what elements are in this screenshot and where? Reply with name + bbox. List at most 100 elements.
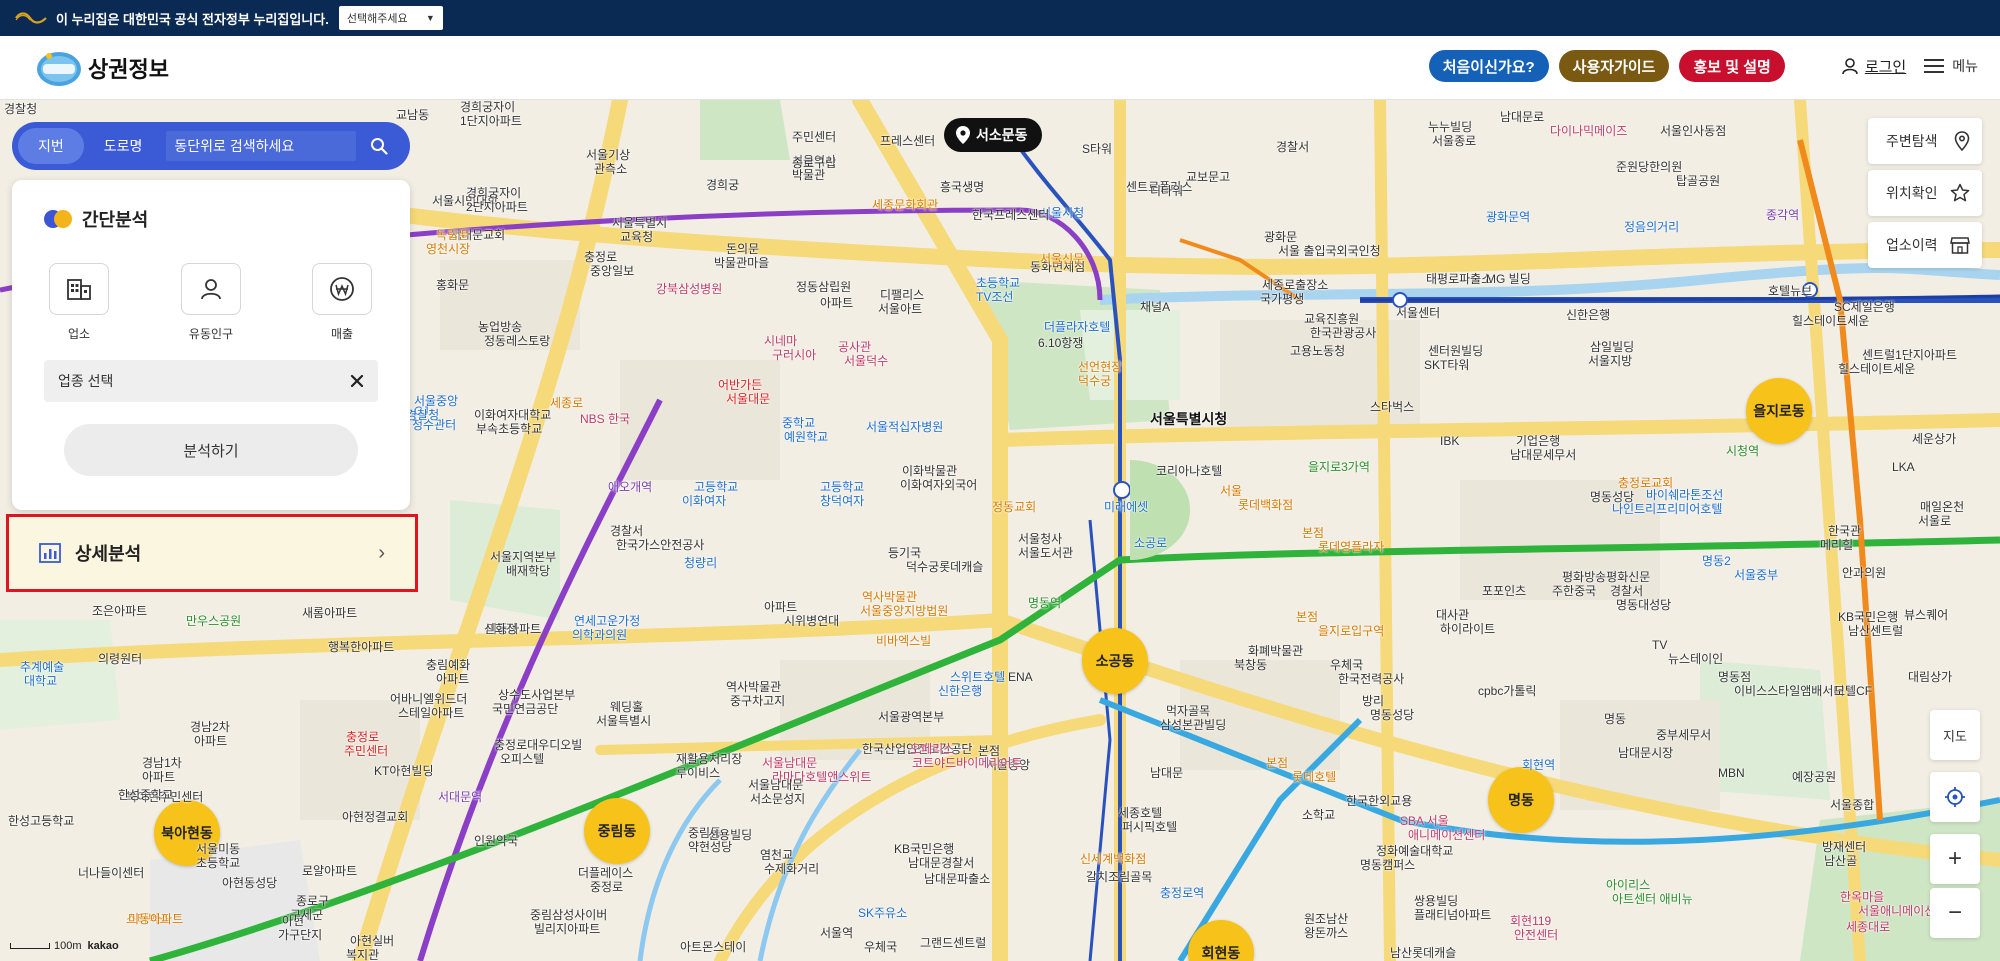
map-label: 남대문시장 xyxy=(1618,746,1674,760)
map-label: 경찰서 xyxy=(1276,140,1310,154)
map-label: 회현역 xyxy=(1522,758,1556,772)
map-label: 서울특별시 xyxy=(612,216,668,230)
map-label: 메리힐 xyxy=(1820,538,1854,552)
map-label: 원조남산 xyxy=(1304,912,1349,926)
map-label: 약현성당 xyxy=(688,840,733,854)
map-label: 미동아파트 xyxy=(128,912,184,926)
map-label: 중앙일보 xyxy=(590,264,635,278)
map-label: 정화예술대학교 xyxy=(1376,844,1454,858)
map-label: 정동삼립원 xyxy=(796,280,852,294)
map-label: NBS 한국 xyxy=(580,412,631,426)
map-label: 예원학교 xyxy=(784,430,829,444)
map-label: 매일온천 xyxy=(1920,500,1965,514)
map-label: 방리 xyxy=(1362,694,1385,708)
search-input[interactable]: 동단위로 검색하세요 xyxy=(166,131,357,161)
search-button[interactable] xyxy=(370,137,389,155)
map-label: 한국가스안전공사 xyxy=(616,538,705,552)
map-label: 세운상가 xyxy=(1912,432,1957,446)
dong-marker-jungnim[interactable]: 중림동 xyxy=(584,798,650,864)
detail-analysis-button[interactable]: 상세분석 › xyxy=(6,514,418,592)
map-label: 돈의문 xyxy=(726,242,760,256)
menu-button[interactable]: 메뉴 xyxy=(1924,56,1978,76)
map-label: 시청역 xyxy=(1726,444,1760,458)
store-history-label: 업소이력 xyxy=(1886,237,1938,253)
map-label: 센터원빌딩 xyxy=(1428,344,1484,358)
my-location-button[interactable] xyxy=(1930,772,1980,822)
map-label: 평화방송평화신문 xyxy=(1562,570,1651,584)
map-label: 중정로 xyxy=(590,880,624,894)
map-label: 신한은행 xyxy=(938,684,983,698)
current-location-chip[interactable]: 서소문동 xyxy=(944,118,1042,152)
login-link[interactable]: 로그인 xyxy=(1841,56,1906,77)
option-stores[interactable]: 업소 xyxy=(49,263,109,342)
gov-site-select[interactable]: 선택해주세요 ▼ xyxy=(338,6,443,30)
map-label: 회현119 xyxy=(1510,914,1552,928)
analyze-button[interactable]: 분석하기 xyxy=(64,424,358,476)
map-label: SBA 서울 xyxy=(1400,814,1449,828)
brand[interactable]: 상권정보 xyxy=(34,48,169,88)
map-label: 역사박물관 xyxy=(726,680,782,694)
industry-select[interactable]: 업종 선택 xyxy=(44,360,378,402)
map-label: 남대문로 xyxy=(1500,110,1545,124)
option-sales-box xyxy=(312,263,372,315)
tab-jibun[interactable]: 지번 xyxy=(18,128,84,164)
map-label: 정음의거리 xyxy=(1624,220,1680,234)
map-label: 먹자골목 xyxy=(1166,704,1211,718)
map-label: 명동 xyxy=(1604,712,1627,726)
map-label: 서울인사동점 xyxy=(1660,124,1727,138)
map-label: 서울적십자병원 xyxy=(866,420,944,434)
map-type-button[interactable]: 지도 xyxy=(1930,710,1980,760)
tab-road-name[interactable]: 도로명 xyxy=(84,128,163,164)
map-label: 충정로 xyxy=(346,730,380,744)
map-label: 세종호텔 xyxy=(1118,806,1163,820)
map-label: 아파트 xyxy=(142,770,176,784)
map-label: ENA xyxy=(1008,670,1033,684)
dong-marker-sogong[interactable]: 소공동 xyxy=(1082,628,1148,694)
location-check-button[interactable]: 위치확인 xyxy=(1868,170,1982,216)
map-label: 대학교 xyxy=(24,674,58,688)
zoom-in-button[interactable]: + xyxy=(1930,834,1980,884)
close-icon[interactable] xyxy=(350,374,364,388)
map-label: 서울센터 xyxy=(1396,306,1441,320)
map-label: 2단지아파트 xyxy=(466,200,528,214)
map-label: 경희궁 xyxy=(706,178,740,192)
map-label: 구러시아 xyxy=(772,348,817,362)
map-label: TV xyxy=(1652,638,1668,652)
map-label: 초등학교 xyxy=(196,856,241,870)
map-label: 6.10항쟁 xyxy=(1038,336,1084,350)
dong-marker-myeong[interactable]: 명동 xyxy=(1488,767,1554,833)
dong-marker-euljiro[interactable]: 을지로동 xyxy=(1746,378,1812,444)
store-history-button[interactable]: 업소이력 xyxy=(1868,222,1982,268)
first-time-button[interactable]: 처음이신가요? xyxy=(1428,50,1549,82)
promo-button[interactable]: 홍보 및 설명 xyxy=(1679,50,1785,82)
brand-logo-icon xyxy=(37,51,81,86)
map-label: 이화여자외국어 xyxy=(900,478,978,492)
map-label: 한국한외교용 xyxy=(1346,794,1413,808)
map-label: KB국민은행 xyxy=(894,842,955,856)
map-label: 서울미동 xyxy=(196,842,241,856)
option-sales[interactable]: 매출 xyxy=(312,263,372,342)
user-guide-button[interactable]: 사용자가이드 xyxy=(1558,50,1670,82)
nearby-search-button[interactable]: 주변탐색 xyxy=(1868,118,1982,164)
current-location-label: 서소문동 xyxy=(976,127,1028,143)
map-label: 만우스공원 xyxy=(186,614,242,628)
map-label: 서울특별시 xyxy=(596,714,652,728)
map-label: 본점 xyxy=(1302,526,1325,540)
map-label: 수제화거리 xyxy=(764,862,820,876)
map-label: 오피스텔 xyxy=(500,752,545,766)
map-label: 그랜드센트럴 xyxy=(920,936,987,950)
option-floating-population[interactable]: 유동인구 xyxy=(181,263,241,342)
map-label: 신세계백화점 xyxy=(1080,852,1147,866)
map-label: 고등학교 xyxy=(820,480,865,494)
map-label: 서울대문 xyxy=(726,392,771,406)
map-label: 서울지역본부 xyxy=(490,550,557,564)
gov-select-label: 선택해주세요 xyxy=(346,13,408,25)
map-label: 덕수궁 xyxy=(1078,374,1112,388)
zoom-out-button[interactable]: − xyxy=(1930,888,1980,938)
map-label: 다이나믹메이즈 xyxy=(1550,124,1628,138)
map-label: 하이라이트 xyxy=(1440,622,1496,636)
map-label: 어반가든 xyxy=(718,378,763,392)
map-label: 이화여자 xyxy=(682,494,727,508)
map-label: 예장공원 xyxy=(1792,770,1837,784)
map-label: 프레스센터 xyxy=(880,134,936,148)
